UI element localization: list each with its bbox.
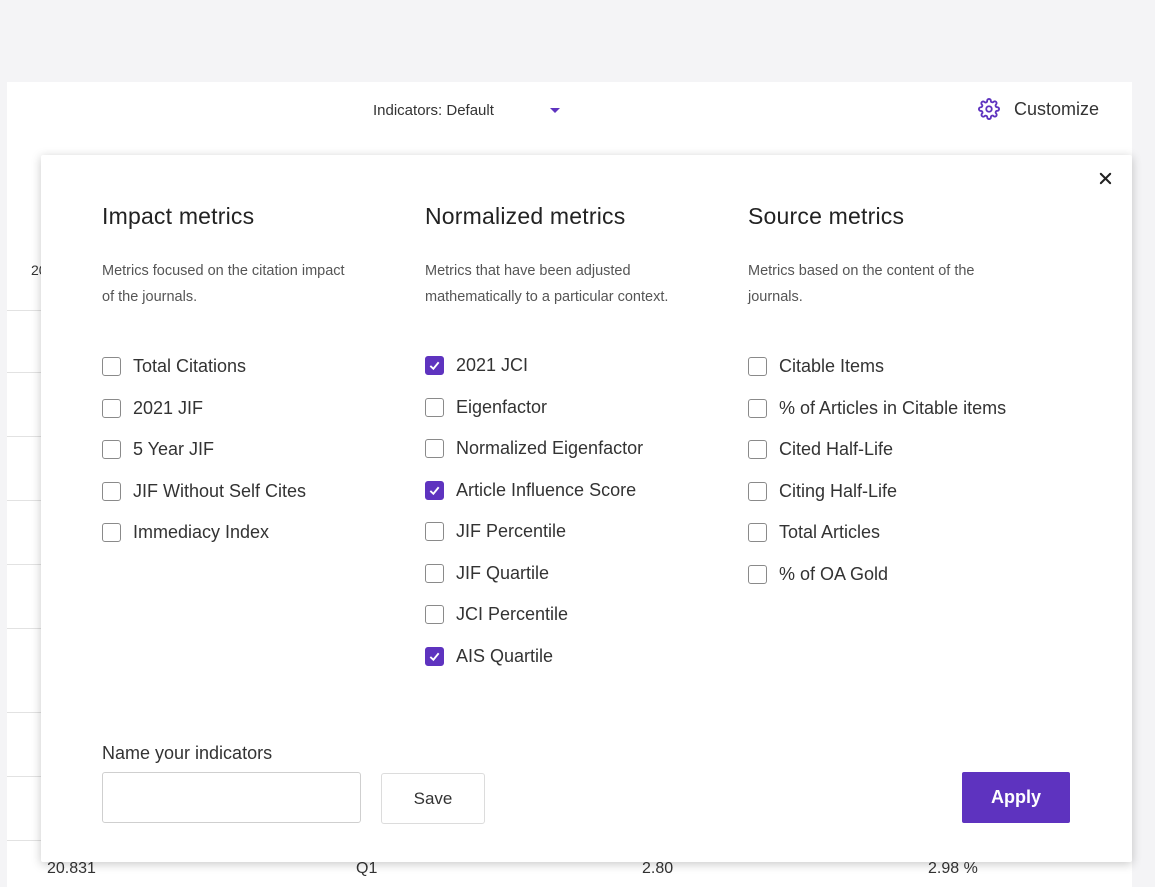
metric-option[interactable]: Article Influence Score [425, 470, 725, 512]
metric-option[interactable]: Total Citations [102, 346, 402, 388]
checkbox[interactable] [748, 357, 767, 377]
apply-button[interactable]: Apply [962, 772, 1070, 823]
metric-option-label: JIF Percentile [456, 521, 567, 542]
table-cell: 2.98 % [928, 860, 978, 877]
metric-option-label: Total Articles [779, 522, 881, 543]
metric-option[interactable]: 2021 JCI [425, 345, 725, 387]
checkbox[interactable] [748, 398, 767, 418]
checkbox-checked[interactable] [425, 646, 444, 666]
metric-option-label: % of OA Gold [779, 563, 889, 584]
metric-options: 2021 JCI Eigenfactor Normalized Eigenfac… [425, 345, 725, 677]
customize-indicators-modal: Impact metrics Metrics focused on the ci… [41, 155, 1132, 862]
metric-option[interactable]: JCI Percentile [425, 594, 725, 636]
metric-option[interactable]: Citing Half-Life [748, 471, 1048, 513]
check-icon [429, 361, 440, 371]
checkbox[interactable] [425, 522, 444, 542]
checkbox[interactable] [748, 481, 767, 501]
metric-option[interactable]: Total Articles [748, 512, 1048, 554]
column-description: Metrics that have been adjusted mathemat… [425, 263, 669, 305]
check-icon [429, 652, 440, 661]
metric-option[interactable]: Eigenfactor [425, 387, 725, 429]
toolbar: Indicators: Default Customize [7, 82, 1132, 144]
customize-button[interactable]: Customize [977, 98, 1099, 120]
metric-options: Citable Items % of Articles in Citable i… [748, 346, 1048, 595]
name-indicators-label: Name your indicators [102, 743, 273, 763]
metric-option[interactable]: Immediacy Index [102, 512, 402, 554]
metric-option-label: Normalized Eigenfactor [456, 438, 644, 459]
checkbox[interactable] [102, 357, 121, 377]
caret-down-icon [549, 108, 560, 113]
metric-option-label: 2021 JIF [133, 397, 204, 418]
metric-option-label: Eigenfactor [456, 396, 548, 417]
metric-option-label: 2021 JCI [456, 355, 529, 376]
indicators-dropdown-label: Indicators: Default [373, 102, 494, 119]
metric-options: Total Citations 2021 JIF 5 Year JIF JIF … [102, 346, 402, 554]
save-button[interactable]: Save [381, 773, 485, 824]
checkbox[interactable] [102, 523, 121, 543]
checkbox[interactable] [102, 398, 121, 418]
metric-option[interactable]: Citable Items [748, 346, 1048, 388]
metric-option[interactable]: 5 Year JIF [102, 429, 402, 471]
checkbox[interactable] [102, 440, 121, 460]
column-title: Impact metrics [102, 203, 255, 229]
metric-option-label: 5 Year JIF [133, 439, 215, 460]
checkbox[interactable] [425, 605, 444, 625]
metric-option[interactable]: JIF Percentile [425, 511, 725, 553]
close-button[interactable] [1094, 167, 1116, 189]
metric-option[interactable]: % of Articles in Citable items [748, 388, 1048, 430]
checkbox[interactable] [748, 564, 767, 584]
metric-option[interactable]: JIF Quartile [425, 553, 725, 595]
column-description: Metrics focused on the citation impact o… [102, 263, 345, 305]
metric-option-label: JIF Without Self Cites [133, 480, 307, 501]
metric-option-label: Article Influence Score [456, 479, 637, 500]
metric-option-label: Immediacy Index [133, 522, 270, 543]
table-cell: 2.80 [642, 860, 674, 877]
impact-metrics-column: Impact metrics Metrics focused on the ci… [102, 203, 402, 554]
checkbox[interactable] [425, 439, 444, 459]
column-title: Normalized metrics [425, 203, 626, 229]
metric-option-label: JCI Percentile [456, 604, 569, 625]
metric-option[interactable]: 2021 JIF [102, 388, 402, 430]
indicators-dropdown[interactable]: Indicators: Default [373, 102, 560, 119]
metric-option-label: Total Citations [133, 356, 247, 377]
checkbox-checked[interactable] [425, 480, 444, 500]
checkbox[interactable] [425, 563, 444, 583]
checkbox[interactable] [425, 397, 444, 417]
metric-option-label: Citable Items [779, 356, 885, 377]
metric-option[interactable]: AIS Quartile [425, 636, 725, 678]
metric-option-label: % of Articles in Citable items [779, 397, 1007, 418]
metric-option[interactable]: % of OA Gold [748, 554, 1048, 596]
name-indicators-input[interactable] [102, 772, 361, 823]
checkbox[interactable] [748, 523, 767, 543]
table-cell: 20.831 [47, 860, 96, 877]
metric-option-label: Cited Half-Life [779, 439, 894, 460]
checkbox[interactable] [102, 481, 121, 501]
metric-option-label: AIS Quartile [456, 645, 554, 666]
column-description: Metrics based on the content of the jour… [748, 263, 975, 305]
metric-option[interactable]: JIF Without Self Cites [102, 471, 402, 513]
checkbox-checked[interactable] [425, 356, 444, 376]
normalized-metrics-column: Normalized metrics Metrics that have bee… [425, 203, 725, 677]
metric-option-label: Citing Half-Life [779, 480, 898, 501]
close-icon [1099, 172, 1111, 184]
customize-label: Customize [1013, 98, 1099, 119]
metric-option-label: JIF Quartile [456, 562, 550, 583]
metric-option[interactable]: Cited Half-Life [748, 429, 1048, 471]
gear-icon [977, 98, 1000, 120]
check-icon [429, 486, 440, 495]
table-cell: Q1 [356, 860, 378, 877]
checkbox[interactable] [748, 440, 767, 460]
source-metrics-column: Source metrics Metrics based on the cont… [748, 203, 1048, 595]
metric-option[interactable]: Normalized Eigenfactor [425, 428, 725, 470]
column-title: Source metrics [748, 203, 905, 229]
